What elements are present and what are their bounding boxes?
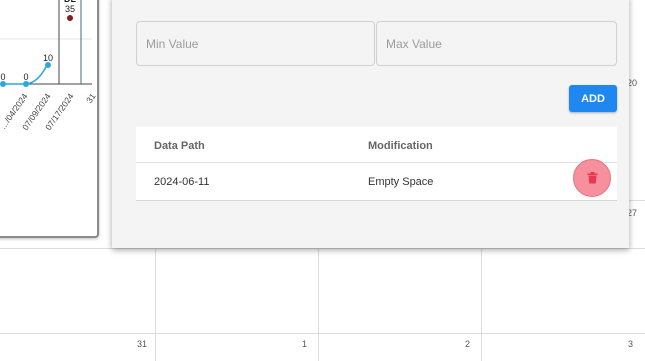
max-value-field[interactable]: Max Value — [376, 21, 617, 66]
calendar-row-line — [0, 248, 645, 249]
data-label: 0 — [0, 72, 5, 82]
min-value-field[interactable]: Min Value — [136, 21, 375, 66]
marker-point[interactable] — [67, 15, 73, 21]
chart-card: 0 0 10 DL 35 …/04/2024 07/09/2024 07/17/… — [0, 0, 99, 238]
trash-icon — [587, 172, 597, 184]
data-label: 0 — [23, 72, 28, 82]
modification-panel: Min Value Max Value ADD Data Path Modifi… — [112, 0, 629, 248]
calendar-col-line — [481, 248, 482, 361]
calendar-row-line — [0, 333, 645, 334]
line-chart: 0 0 10 DL 35 …/04/2024 07/09/2024 07/17/… — [0, 0, 98, 132]
calendar-day[interactable]: 3 — [628, 339, 633, 349]
calendar-col-line — [155, 248, 156, 361]
column-header-data-path: Data Path — [154, 140, 205, 152]
calendar-col-line — [318, 248, 319, 361]
max-value-placeholder: Max Value — [386, 37, 442, 51]
column-header-modification: Modification — [368, 140, 433, 152]
calendar-day[interactable]: 31 — [137, 339, 147, 349]
row-modification: Empty Space — [368, 176, 434, 188]
calendar-day[interactable]: 2 — [465, 339, 470, 349]
calendar-row-line — [629, 200, 645, 201]
header-divider — [136, 162, 617, 163]
add-button[interactable]: ADD — [569, 85, 617, 112]
calendar-day[interactable]: 1 — [302, 339, 307, 349]
modifications-table: Data Path Modification 2024-06-11 Empty … — [136, 127, 617, 201]
min-value-placeholder: Min Value — [146, 37, 199, 51]
marker-value: 35 — [65, 4, 75, 14]
row-data-path: 2024-06-11 — [154, 176, 210, 188]
delete-button[interactable] — [573, 159, 611, 197]
tick-label: 31 — [84, 91, 98, 105]
data-label: 10 — [43, 53, 53, 63]
